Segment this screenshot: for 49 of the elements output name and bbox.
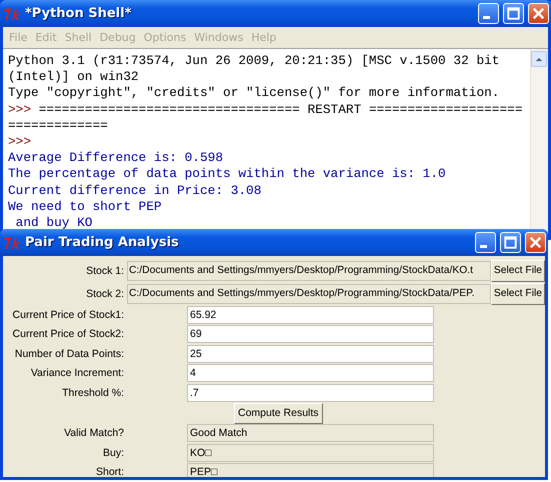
input-field[interactable]: 4 <box>187 364 434 382</box>
scroll-up-button[interactable] <box>531 51 547 67</box>
shell-line: Type "copyright", "credits" or "license()" for more information. <box>8 85 500 100</box>
result-field: PEP□ <box>187 463 434 477</box>
field-label: Number of Data Points: <box>14 348 124 360</box>
tk-logo-icon <box>3 6 21 20</box>
tk-logo-icon <box>3 236 21 250</box>
field-label: Short: <box>94 466 124 477</box>
compute-results-button[interactable]: Compute Results <box>234 402 323 424</box>
window-title: Pair Trading Analysis <box>25 235 179 250</box>
minimize-button[interactable] <box>478 3 499 24</box>
window-title: *Python Shell* <box>25 6 132 21</box>
shell-output-line: The percentage of data points within the variance is: 1.0 <box>8 166 446 182</box>
shell-output-line: Current difference in Price: 3.08 <box>8 182 262 198</box>
input-field[interactable]: 69 <box>187 325 434 344</box>
shell-line: ============= <box>8 118 108 133</box>
field-label: Current Price of Stock1: <box>12 308 124 321</box>
field-label: Current Price of Stock2: <box>12 328 124 340</box>
result-field: Good Match <box>187 424 434 442</box>
shell-output-line: We need to short PEP <box>8 198 162 214</box>
input-field[interactable]: .7 <box>187 384 434 402</box>
result-field: KO□ <box>187 444 434 462</box>
field-label: Threshold %: <box>61 386 124 399</box>
file-path-field[interactable]: C:/Documents and Settings/mmyers/Desktop/Programming/StockData/KO.t <box>127 260 491 280</box>
minimize-button[interactable] <box>475 232 496 253</box>
close-button[interactable] <box>528 3 549 24</box>
shell-output-line: and buy KO <box>14 214 92 230</box>
shell-prompt: >>> <box>8 134 32 149</box>
shell-line: (Intel)] on win32 <box>8 69 139 84</box>
input-field[interactable]: 25 <box>187 344 434 363</box>
field-label: Stock 2: <box>85 288 125 300</box>
close-button[interactable] <box>525 232 546 253</box>
minimize-icon <box>480 245 487 248</box>
select-file-button[interactable]: Select File <box>490 260 545 282</box>
maximize-button[interactable] <box>500 232 521 253</box>
maximize-button[interactable] <box>503 3 524 24</box>
up-arrow-icon <box>535 56 543 62</box>
field-label: Variance Increment: <box>30 367 124 380</box>
field-label: Valid Match? <box>63 427 124 440</box>
field-label: Buy: <box>102 446 124 459</box>
file-path-field[interactable]: C:/Documents and Settings/mmyers/Desktop/Programming/StockData/PEP. <box>127 284 491 304</box>
shell-prompt: >>> <box>8 102 32 117</box>
minimize-icon <box>483 16 490 19</box>
input-field[interactable]: 65.92 <box>187 306 434 324</box>
field-label: Stock 1: <box>85 264 125 276</box>
select-file-button[interactable]: Select File <box>490 282 545 304</box>
shell-line: ================================== RESTART ==================== <box>38 102 523 117</box>
shell-output-line: Average Difference is: 0.598 <box>8 150 224 166</box>
shell-line: Python 3.1 (r31:73574, Jun 26 2009, 20:21:35) [MSC v.1500 32 bit <box>8 53 500 68</box>
